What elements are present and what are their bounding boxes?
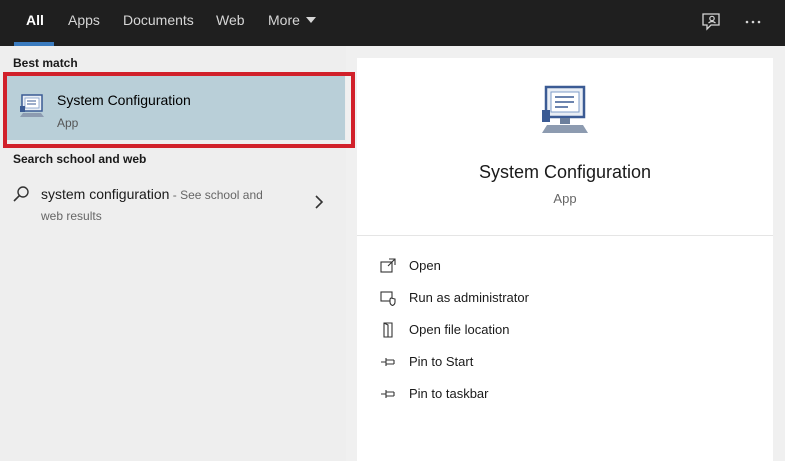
web-search-result[interactable]: system configuration - See school and we…	[0, 176, 346, 228]
caret-down-icon	[305, 17, 316, 23]
results-panel: Best match System Configuration App Sear…	[0, 46, 355, 461]
action-pin-to-taskbar-label: Pin to taskbar	[409, 386, 489, 401]
best-match-result[interactable]: System Configuration App	[7, 76, 345, 140]
web-result-query: system configuration	[41, 186, 170, 202]
tab-documents[interactable]: Documents	[123, 0, 194, 46]
action-pin-to-start-label: Pin to Start	[409, 354, 474, 369]
feedback-icon[interactable]	[699, 10, 723, 34]
pin-icon	[381, 390, 395, 398]
best-match-heading: Best match	[13, 56, 78, 70]
tab-all[interactable]: All	[26, 0, 44, 46]
web-result-line2: web results	[41, 209, 102, 223]
action-open-label: Open	[409, 258, 441, 273]
shield-icon	[380, 291, 396, 306]
app-type: App	[553, 191, 577, 206]
action-run-as-administrator-label: Run as administrator	[409, 290, 529, 305]
action-open-file-location[interactable]: Open file location	[377, 316, 757, 344]
app-title: System Configuration	[478, 162, 652, 182]
folder-location-icon	[383, 322, 393, 338]
action-run-as-administrator[interactable]: Run as administrator	[377, 284, 757, 312]
action-open[interactable]: Open	[377, 252, 757, 280]
web-result-line1: system configuration - See school and	[41, 186, 263, 202]
more-options-icon[interactable]	[741, 10, 765, 34]
action-pin-to-taskbar[interactable]: Pin to taskbar	[377, 380, 757, 408]
action-pin-to-start[interactable]: Pin to Start	[377, 348, 757, 376]
tab-more-label: More	[268, 12, 300, 28]
tab-more[interactable]: More	[268, 0, 316, 46]
search-filter-bar: All Apps Documents Web More	[0, 0, 785, 46]
tab-apps[interactable]: Apps	[68, 0, 100, 46]
divider	[357, 235, 773, 236]
search-web-heading: Search school and web	[13, 152, 147, 166]
tab-web[interactable]: Web	[216, 0, 245, 46]
action-open-file-location-label: Open file location	[409, 322, 510, 337]
chevron-right-icon[interactable]	[314, 195, 324, 209]
web-result-suffix: - See school and	[169, 188, 263, 202]
system-configuration-icon	[542, 85, 588, 133]
best-match-type: App	[57, 116, 79, 130]
open-icon	[380, 258, 396, 273]
search-icon	[13, 186, 29, 202]
system-configuration-icon	[20, 94, 44, 117]
best-match-name: System Configuration	[57, 92, 191, 108]
details-panel: System Configuration App Open Run as adm…	[357, 58, 773, 461]
pin-icon	[381, 358, 395, 366]
